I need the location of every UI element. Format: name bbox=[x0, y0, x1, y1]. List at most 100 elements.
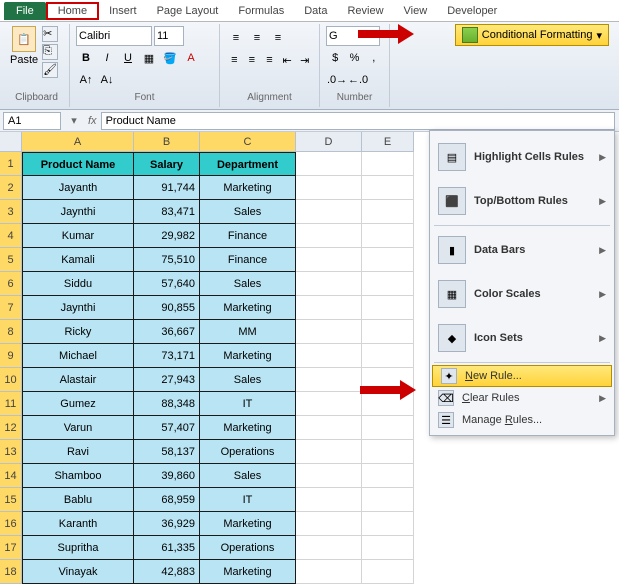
cell[interactable] bbox=[362, 152, 414, 176]
row-header[interactable]: 5 bbox=[0, 248, 22, 272]
table-cell[interactable]: Kamali bbox=[22, 248, 134, 272]
paste-button[interactable]: 📋 Paste bbox=[10, 26, 38, 66]
row-header[interactable]: 4 bbox=[0, 224, 22, 248]
col-header-a[interactable]: A bbox=[22, 132, 134, 152]
align-right-button[interactable]: ≡ bbox=[261, 50, 278, 70]
row-header[interactable]: 2 bbox=[0, 176, 22, 200]
row-header[interactable]: 10 bbox=[0, 368, 22, 392]
cell[interactable] bbox=[362, 200, 414, 224]
menu-clear-rules[interactable]: ⌫ Clear Rules ▶ bbox=[430, 387, 614, 409]
row-header[interactable]: 11 bbox=[0, 392, 22, 416]
tab-page-layout[interactable]: Page Layout bbox=[147, 2, 229, 20]
align-bot-button[interactable]: ≡ bbox=[268, 28, 288, 48]
tab-view[interactable]: View bbox=[394, 2, 438, 20]
col-header-c[interactable]: C bbox=[200, 132, 296, 152]
table-cell[interactable]: Sales bbox=[200, 464, 296, 488]
menu-color-scales[interactable]: ▦ Color Scales ▶ bbox=[430, 272, 614, 316]
decrease-font-button[interactable]: A↓ bbox=[97, 70, 117, 90]
menu-new-rule[interactable]: ✦ New Rule... bbox=[432, 365, 612, 387]
cell[interactable] bbox=[296, 392, 362, 416]
name-box-dropdown[interactable]: ▾ bbox=[64, 114, 84, 127]
menu-top-bottom[interactable]: ⬛ Top/Bottom Rules ▶ bbox=[430, 179, 614, 223]
font-name-select[interactable] bbox=[76, 26, 152, 46]
table-header[interactable]: Department bbox=[200, 152, 296, 176]
table-cell[interactable]: Varun bbox=[22, 416, 134, 440]
cell[interactable] bbox=[362, 464, 414, 488]
tab-formulas[interactable]: Formulas bbox=[228, 2, 294, 20]
table-cell[interactable]: Marketing bbox=[200, 176, 296, 200]
row-header[interactable]: 3 bbox=[0, 200, 22, 224]
menu-data-bars[interactable]: ▮ Data Bars ▶ bbox=[430, 228, 614, 272]
row-header[interactable]: 17 bbox=[0, 536, 22, 560]
table-cell[interactable]: Marketing bbox=[200, 560, 296, 584]
table-header[interactable]: Salary bbox=[134, 152, 200, 176]
table-cell[interactable]: Vinayak bbox=[22, 560, 134, 584]
table-cell[interactable]: 88,348 bbox=[134, 392, 200, 416]
indent-dec-button[interactable]: ⇤ bbox=[279, 50, 296, 70]
tab-developer[interactable]: Developer bbox=[437, 2, 507, 20]
table-cell[interactable]: 68,959 bbox=[134, 488, 200, 512]
table-cell[interactable]: Finance bbox=[200, 224, 296, 248]
tab-file[interactable]: File bbox=[4, 2, 46, 20]
table-cell[interactable]: Sales bbox=[200, 272, 296, 296]
align-left-button[interactable]: ≡ bbox=[226, 50, 243, 70]
table-cell[interactable]: Gumez bbox=[22, 392, 134, 416]
cell[interactable] bbox=[296, 416, 362, 440]
table-cell[interactable]: 61,335 bbox=[134, 536, 200, 560]
cell[interactable] bbox=[362, 320, 414, 344]
tab-review[interactable]: Review bbox=[337, 2, 393, 20]
table-cell[interactable]: Kumar bbox=[22, 224, 134, 248]
table-cell[interactable]: Ravi bbox=[22, 440, 134, 464]
table-cell[interactable]: 36,667 bbox=[134, 320, 200, 344]
cell[interactable] bbox=[296, 512, 362, 536]
col-header-b[interactable]: B bbox=[134, 132, 200, 152]
table-cell[interactable]: Sales bbox=[200, 368, 296, 392]
menu-highlight-cells[interactable]: ▤ Highlight Cells Rules ▶ bbox=[430, 135, 614, 179]
fill-color-button[interactable]: 🪣 bbox=[160, 48, 180, 68]
table-cell[interactable]: 27,943 bbox=[134, 368, 200, 392]
inc-decimal-button[interactable]: .0→ bbox=[326, 70, 346, 90]
cell[interactable] bbox=[296, 560, 362, 584]
increase-font-button[interactable]: A↑ bbox=[76, 70, 96, 90]
table-cell[interactable]: Marketing bbox=[200, 512, 296, 536]
table-cell[interactable]: Ricky bbox=[22, 320, 134, 344]
cell[interactable] bbox=[296, 536, 362, 560]
table-cell[interactable]: Operations bbox=[200, 536, 296, 560]
font-size-select[interactable] bbox=[154, 26, 184, 46]
table-cell[interactable]: 42,883 bbox=[134, 560, 200, 584]
row-header[interactable]: 7 bbox=[0, 296, 22, 320]
align-mid-button[interactable]: ≡ bbox=[247, 28, 267, 48]
cell[interactable] bbox=[296, 488, 362, 512]
table-header[interactable]: Product Name bbox=[22, 152, 134, 176]
table-cell[interactable]: IT bbox=[200, 488, 296, 512]
table-cell[interactable]: IT bbox=[200, 392, 296, 416]
cell[interactable] bbox=[362, 512, 414, 536]
cell[interactable] bbox=[362, 272, 414, 296]
format-painter-button[interactable]: 🖌 bbox=[42, 62, 58, 78]
cell[interactable] bbox=[296, 320, 362, 344]
table-cell[interactable]: Sales bbox=[200, 200, 296, 224]
table-cell[interactable]: 73,171 bbox=[134, 344, 200, 368]
currency-button[interactable]: $ bbox=[326, 48, 344, 68]
table-cell[interactable]: Shamboo bbox=[22, 464, 134, 488]
table-cell[interactable]: 57,640 bbox=[134, 272, 200, 296]
row-header[interactable]: 8 bbox=[0, 320, 22, 344]
cell[interactable] bbox=[296, 344, 362, 368]
table-cell[interactable]: 83,471 bbox=[134, 200, 200, 224]
table-cell[interactable]: Marketing bbox=[200, 344, 296, 368]
cell[interactable] bbox=[296, 464, 362, 488]
menu-icon-sets[interactable]: ◆ Icon Sets ▶ bbox=[430, 316, 614, 360]
cell[interactable] bbox=[296, 152, 362, 176]
table-cell[interactable]: Marketing bbox=[200, 296, 296, 320]
table-cell[interactable]: Finance bbox=[200, 248, 296, 272]
cell[interactable] bbox=[362, 536, 414, 560]
underline-button[interactable]: U bbox=[118, 48, 138, 68]
col-header-e[interactable]: E bbox=[362, 132, 414, 152]
row-header[interactable]: 1 bbox=[0, 152, 22, 176]
cell[interactable] bbox=[296, 176, 362, 200]
cell[interactable] bbox=[296, 224, 362, 248]
table-cell[interactable]: 39,860 bbox=[134, 464, 200, 488]
cell[interactable] bbox=[296, 248, 362, 272]
table-cell[interactable]: 90,855 bbox=[134, 296, 200, 320]
cell[interactable] bbox=[362, 296, 414, 320]
